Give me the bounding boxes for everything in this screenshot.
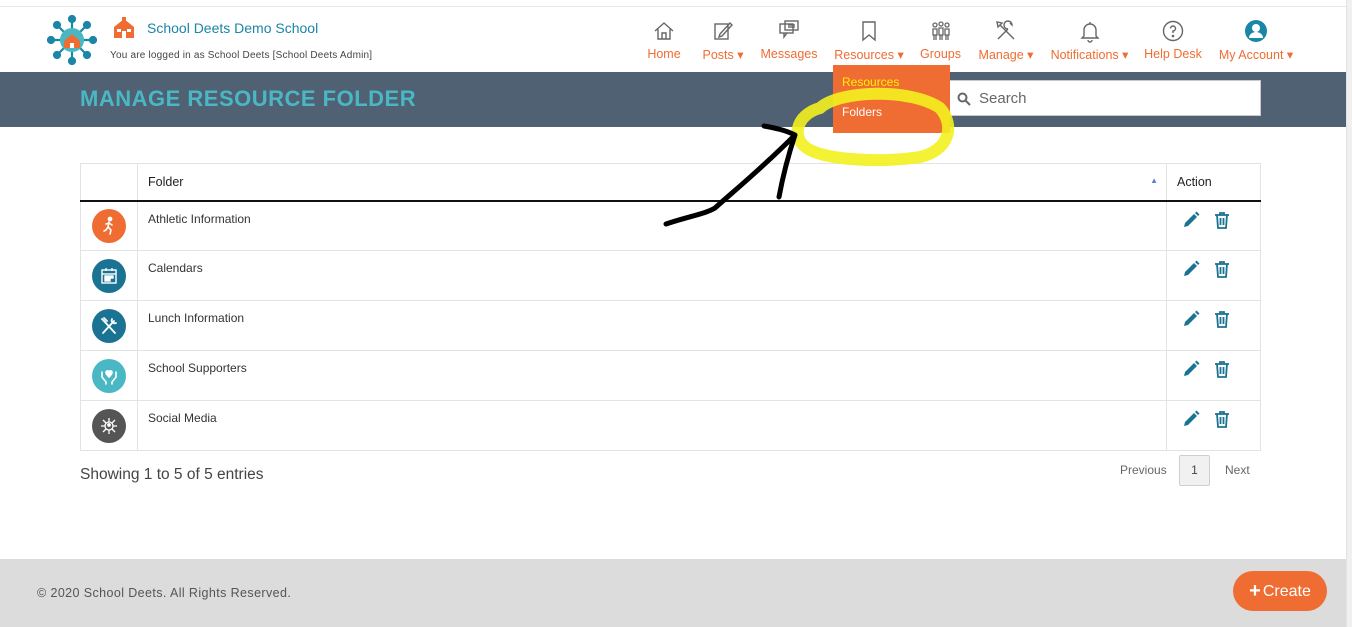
trash-icon xyxy=(1215,411,1230,428)
user-icon xyxy=(1245,20,1267,42)
bell-icon xyxy=(1079,22,1100,43)
row-actions xyxy=(1166,400,1261,451)
header: School Deets Demo School You are logged … xyxy=(0,7,1346,72)
dropdown-item-resources[interactable]: Resources xyxy=(833,65,950,95)
nav-help-desk[interactable]: Help Desk xyxy=(1143,19,1203,69)
network-icon xyxy=(92,408,126,443)
edit-button[interactable] xyxy=(1181,259,1201,279)
window-top-strip xyxy=(0,0,1352,7)
nav-home[interactable]: Home xyxy=(647,19,681,69)
create-button-label: Create xyxy=(1262,583,1311,600)
pencil-icon xyxy=(1184,310,1200,326)
delete-button[interactable] xyxy=(1212,210,1232,230)
page-title: MANAGE RESOURCE FOLDER xyxy=(80,86,417,111)
table-row: School Supporters xyxy=(80,350,1261,401)
search-input[interactable] xyxy=(977,81,1255,115)
folder-name[interactable]: Athletic Information xyxy=(137,200,1167,251)
column-header-folder-label: Folder xyxy=(148,174,184,189)
pagination-previous[interactable]: Previous xyxy=(1120,455,1167,486)
sort-ascending-icon[interactable]: ▲ xyxy=(1150,176,1158,185)
create-button[interactable]: + Create xyxy=(1233,571,1327,611)
question-icon xyxy=(1162,20,1184,42)
folder-table: Folder ▲ Action Athletic Information Cal… xyxy=(80,163,1261,451)
trash-icon xyxy=(1215,211,1230,229)
table-row: Athletic Information xyxy=(80,200,1261,251)
dropdown-item-folders[interactable]: Folders xyxy=(833,95,950,125)
calendar-icon xyxy=(92,258,126,293)
runner-icon xyxy=(92,208,126,243)
hands-heart-icon xyxy=(92,358,126,393)
row-actions xyxy=(1166,300,1261,351)
edit-icon xyxy=(714,21,733,40)
trash-icon xyxy=(1215,261,1230,278)
pencil-icon xyxy=(1184,410,1200,426)
plus-icon: + xyxy=(1249,580,1261,602)
page-banner: MANAGE RESOURCE FOLDER xyxy=(0,72,1346,127)
delete-button[interactable] xyxy=(1212,259,1232,279)
nav-notifications[interactable]: Notifications ▾ xyxy=(1049,19,1130,69)
row-icon-cell xyxy=(80,400,138,451)
column-header-action: Action xyxy=(1166,163,1261,202)
school-deets-logo[interactable] xyxy=(47,15,97,65)
table-row: Calendars xyxy=(80,250,1261,301)
utensils-icon xyxy=(92,308,126,343)
chat-icon xyxy=(779,20,799,40)
footer: © 2020 School Deets. All Rights Reserved… xyxy=(0,559,1346,627)
bookmark-icon xyxy=(862,21,876,42)
row-icon-cell xyxy=(80,200,138,251)
row-icon-cell xyxy=(80,350,138,401)
folder-name[interactable]: Social Media xyxy=(137,400,1167,451)
resources-dropdown-menu: Resources Folders xyxy=(833,65,950,133)
nav-groups[interactable]: Groups xyxy=(920,19,961,69)
table-row: Social Media xyxy=(80,400,1261,451)
edit-button[interactable] xyxy=(1181,409,1201,429)
folder-name[interactable]: School Supporters xyxy=(137,350,1167,401)
folder-name[interactable]: Calendars xyxy=(137,250,1167,301)
login-status-text: You are logged in as School Deets [Schoo… xyxy=(110,50,373,61)
nav-posts[interactable]: Posts ▾ xyxy=(702,19,744,69)
row-icon-cell xyxy=(80,250,138,301)
table-row: Lunch Information xyxy=(80,300,1261,351)
nav-messages[interactable]: Messages xyxy=(760,19,818,69)
school-building-icon xyxy=(114,17,134,38)
nav-resources[interactable]: Resources ▾ xyxy=(833,19,905,69)
pencil-icon xyxy=(1184,360,1200,376)
school-name[interactable]: School Deets Demo School xyxy=(147,20,318,36)
row-actions xyxy=(1166,250,1261,301)
nav-manage[interactable]: Manage ▾ xyxy=(977,19,1035,69)
search-icon xyxy=(957,92,971,106)
home-icon xyxy=(654,22,674,40)
entries-summary: Showing 1 to 5 of 5 entries xyxy=(80,466,264,483)
pagination-next[interactable]: Next xyxy=(1225,455,1250,486)
nav-my-account[interactable]: My Account ▾ xyxy=(1216,19,1296,69)
pencil-icon xyxy=(1184,260,1200,276)
edit-button[interactable] xyxy=(1181,210,1201,230)
row-icon-cell xyxy=(80,300,138,351)
column-header-folder[interactable]: Folder ▲ xyxy=(137,163,1167,202)
table-header-row: Folder ▲ Action xyxy=(80,163,1261,202)
delete-button[interactable] xyxy=(1212,359,1232,379)
tools-icon xyxy=(996,20,1015,40)
delete-button[interactable] xyxy=(1212,309,1232,329)
delete-button[interactable] xyxy=(1212,409,1232,429)
edit-button[interactable] xyxy=(1181,309,1201,329)
column-header-icon xyxy=(80,163,138,202)
folder-name[interactable]: Lunch Information xyxy=(137,300,1167,351)
pagination-page-1[interactable]: 1 xyxy=(1179,455,1210,486)
edit-button[interactable] xyxy=(1181,359,1201,379)
people-icon xyxy=(931,21,950,40)
row-actions xyxy=(1166,200,1261,251)
scrollbar[interactable] xyxy=(1346,0,1352,627)
copyright-text: © 2020 School Deets. All Rights Reserved… xyxy=(37,586,292,600)
row-actions xyxy=(1166,350,1261,401)
trash-icon xyxy=(1215,311,1230,328)
trash-icon xyxy=(1215,361,1230,378)
pencil-icon xyxy=(1184,211,1200,227)
search-box[interactable] xyxy=(946,80,1261,116)
